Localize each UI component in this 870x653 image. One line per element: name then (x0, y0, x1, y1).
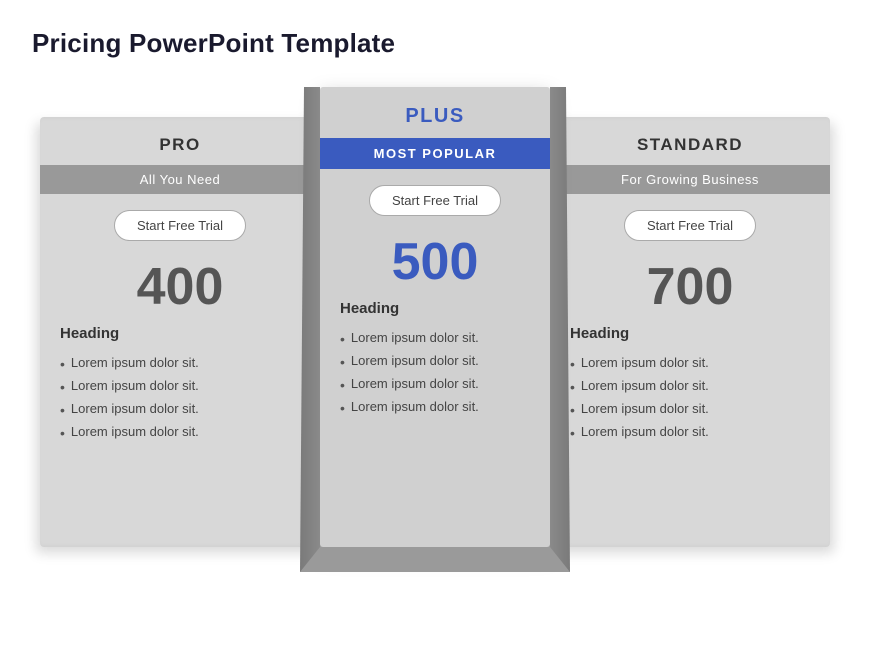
list-item: Lorem ipsum dolor sit. (60, 398, 300, 421)
pro-price: 400 (40, 251, 320, 317)
pro-features: Lorem ipsum dolor sit. Lorem ipsum dolor… (60, 352, 300, 444)
card-standard: STANDARD For Growing Business Start Free… (550, 117, 830, 547)
list-item: Lorem ipsum dolor sit. (570, 352, 810, 375)
standard-body: Heading Lorem ipsum dolor sit. Lorem ips… (550, 317, 830, 547)
standard-header: STANDARD (550, 117, 830, 165)
page-title: Pricing PowerPoint Template (0, 0, 870, 77)
pro-heading: Heading (60, 325, 300, 342)
plus-body: Heading Lorem ipsum dolor sit. Lorem ips… (320, 292, 550, 547)
list-item: Lorem ipsum dolor sit. (340, 327, 530, 350)
pro-cta-area: Start Free Trial (40, 194, 320, 251)
list-item: Lorem ipsum dolor sit. (570, 375, 810, 398)
list-item: Lorem ipsum dolor sit. (570, 398, 810, 421)
plus-trial-button[interactable]: Start Free Trial (369, 185, 501, 216)
pro-title: PRO (56, 135, 304, 155)
pro-subtitle: All You Need (40, 165, 320, 194)
standard-trial-button[interactable]: Start Free Trial (624, 210, 756, 241)
plus-features: Lorem ipsum dolor sit. Lorem ipsum dolor… (340, 327, 530, 419)
card-pro: PRO All You Need Start Free Trial 400 He… (40, 117, 320, 547)
plus-popular-label: MOST POPULAR (320, 138, 550, 169)
list-item: Lorem ipsum dolor sit. (60, 352, 300, 375)
list-item: Lorem ipsum dolor sit. (340, 350, 530, 373)
list-item: Lorem ipsum dolor sit. (60, 421, 300, 444)
standard-cta-area: Start Free Trial (550, 194, 830, 251)
pro-trial-button[interactable]: Start Free Trial (114, 210, 246, 241)
standard-heading: Heading (570, 325, 810, 342)
plus-price: 500 (320, 226, 550, 292)
plus-cta-area: Start Free Trial (320, 169, 550, 226)
pricing-cards: PRO All You Need Start Free Trial 400 He… (0, 77, 870, 567)
plus-bottom-3d (300, 547, 570, 572)
plus-heading: Heading (340, 300, 530, 317)
list-item: Lorem ipsum dolor sit. (340, 396, 530, 419)
standard-title: STANDARD (566, 135, 814, 155)
standard-subtitle: For Growing Business (550, 165, 830, 194)
list-item: Lorem ipsum dolor sit. (340, 373, 530, 396)
list-item: Lorem ipsum dolor sit. (570, 421, 810, 444)
plus-header: PLUS (320, 87, 550, 138)
plus-title: PLUS (336, 105, 534, 128)
list-item: Lorem ipsum dolor sit. (60, 375, 300, 398)
standard-price: 700 (550, 251, 830, 317)
pro-header: PRO (40, 117, 320, 165)
standard-features: Lorem ipsum dolor sit. Lorem ipsum dolor… (570, 352, 810, 444)
pro-body: Heading Lorem ipsum dolor sit. Lorem ips… (40, 317, 320, 547)
card-plus: PLUS MOST POPULAR Start Free Trial 500 H… (320, 87, 550, 547)
